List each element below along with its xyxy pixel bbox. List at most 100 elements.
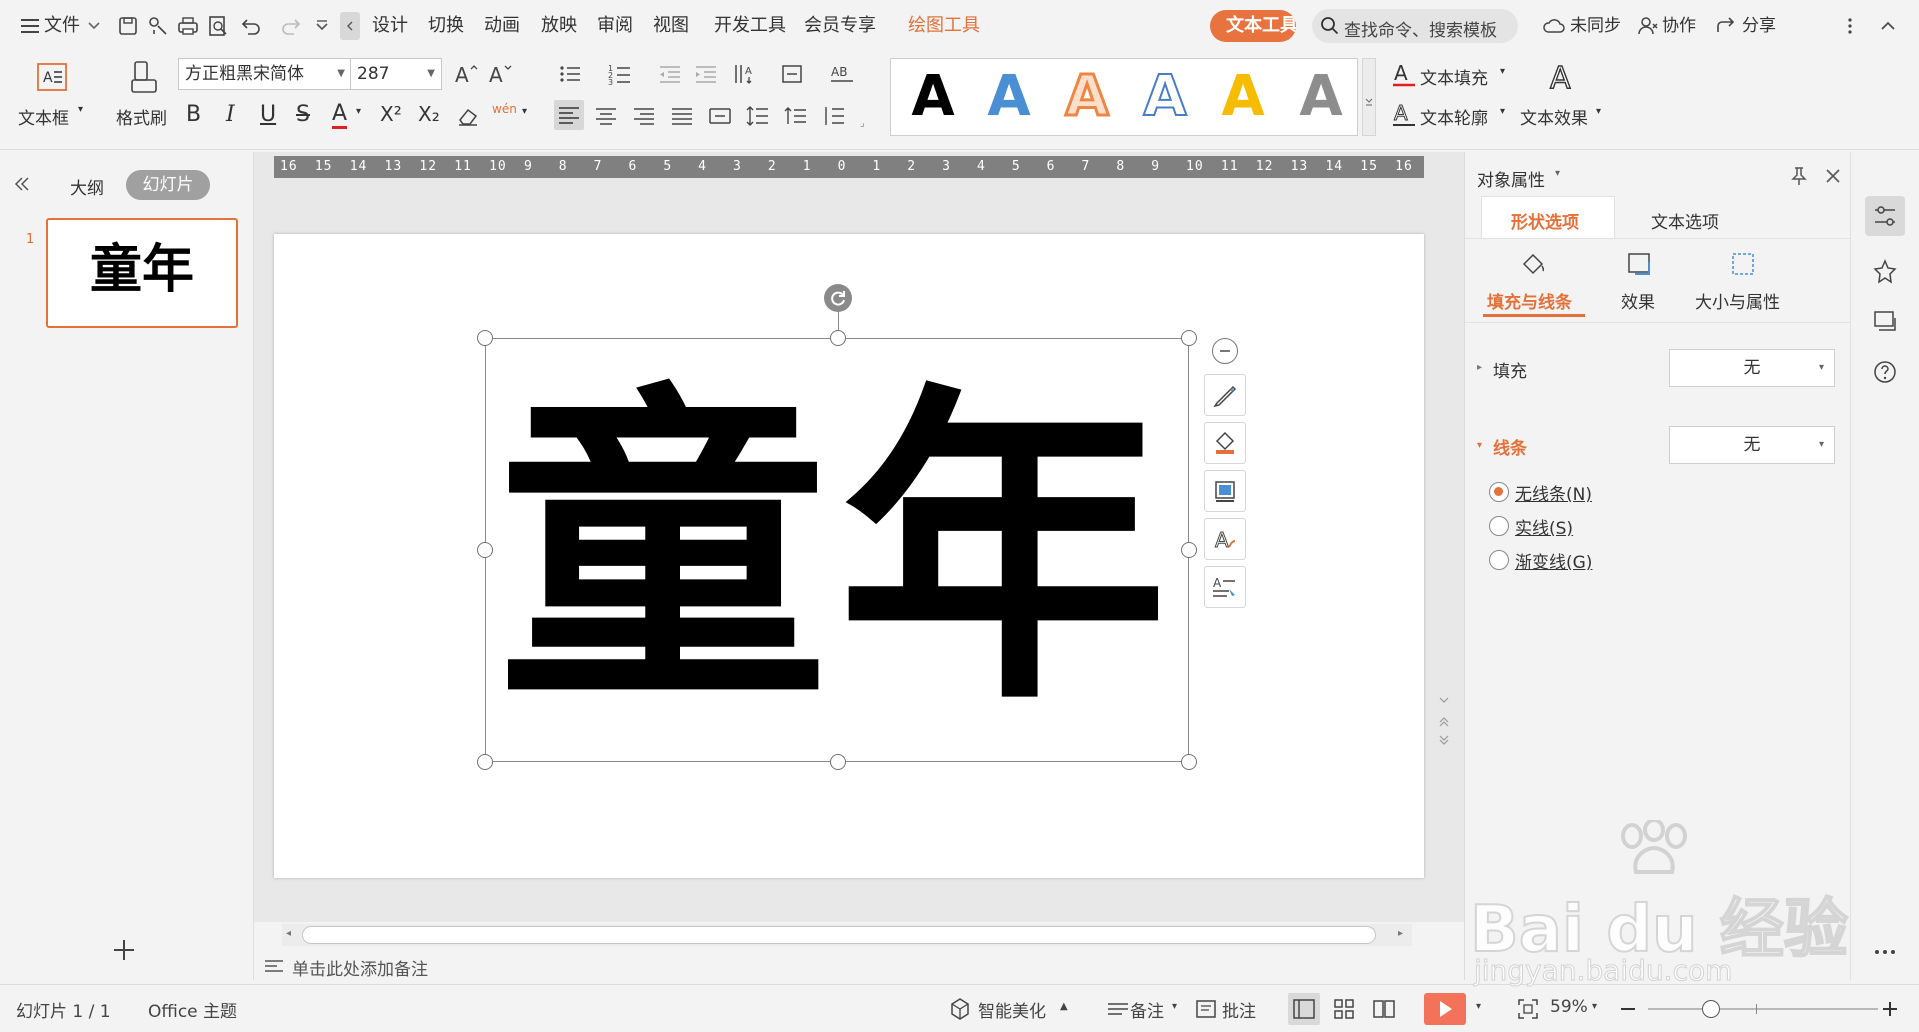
collaborate-icon[interactable] [1634,12,1662,40]
subscript-button[interactable]: X₂ [418,102,440,126]
collapse-icon[interactable]: ▾ [1477,440,1482,451]
fill-dropdown[interactable]: 无 ▾ [1669,349,1835,387]
tab-text-tools[interactable]: 文本工具 [1210,10,1296,42]
tab-view[interactable]: 视图 [653,12,689,40]
panel-title[interactable]: 对象属性 [1477,166,1545,191]
textbox-icon[interactable]: A [34,60,70,96]
text-format-tool[interactable]: A [1204,566,1246,608]
tab-slideshow[interactable]: 放映 [541,12,577,40]
text-style-blue[interactable]: A [977,65,1041,129]
italic-button[interactable]: I [226,102,235,127]
slide-title-text[interactable]: 童年 [486,339,1190,763]
increase-indent-icon[interactable] [692,60,720,88]
align-right-icon[interactable] [630,102,658,130]
slide-layout-icon[interactable] [1865,302,1905,342]
chevron-down-icon[interactable]: ▼ [337,59,345,89]
scrollbar-thumb[interactable] [302,926,1376,944]
gallery-scroll[interactable] [1362,58,1376,136]
font-name-combo[interactable]: 方正粗黑宋简体 ▼ [178,58,352,90]
resize-handle-ne[interactable] [1181,330,1197,346]
collapse-tools-icon[interactable] [1212,338,1238,364]
comments-icon[interactable] [1192,995,1220,1023]
chevron-down-icon[interactable]: ▼ [427,59,435,89]
numbered-list-icon[interactable]: 123 [606,60,634,88]
print-preview-icon[interactable] [204,12,232,40]
chevron-down-icon[interactable]: ▾ [522,106,527,117]
justify-icon[interactable] [668,102,696,130]
tab-review[interactable]: 审阅 [597,12,633,40]
horizontal-ruler[interactable]: 16 15 14 13 12 11 10 9 8 7 6 5 4 3 2 1 0 1 2 3 4 5 6 7 8 9 10 11 12 1… [274,156,1424,178]
collapse-left-icon[interactable] [340,12,360,40]
add-slide-icon[interactable] [110,936,138,964]
smart-beautify-icon[interactable] [946,995,974,1023]
zoom-out-icon[interactable] [1616,997,1640,1021]
hamburger-menu-icon[interactable] [16,12,44,40]
chevron-down-icon[interactable]: ▾ [1596,106,1601,117]
play-slideshow-button[interactable] [1424,993,1466,1025]
smart-beautify-button[interactable]: 智能美化 [978,997,1046,1022]
sorter-view-icon[interactable] [1328,993,1360,1025]
text-outline-icon[interactable]: A [1390,100,1418,128]
scroll-up-icon[interactable] [1436,692,1452,708]
tab-animation[interactable]: 动画 [484,12,520,40]
next-slide-icon[interactable] [1436,734,1452,750]
chevron-down-icon[interactable] [80,12,108,40]
paragraph-launcher-icon[interactable]: ⌟ [860,118,865,129]
more-options-icon[interactable] [1836,12,1864,40]
zoom-in-icon[interactable] [1878,997,1902,1021]
font-size-combo[interactable]: 287 ▼ [350,58,442,90]
text-style-gray[interactable]: A [1289,65,1353,129]
tab-text-options[interactable]: 文本选项 [1651,208,1719,233]
fill-line-icon[interactable] [1517,248,1549,280]
scroll-left-icon[interactable]: ◂ [286,928,291,939]
notes-toggle-button[interactable]: 备注 [1130,997,1164,1022]
shape-fill-tool[interactable] [1204,422,1246,464]
textbox-button[interactable]: 文本框 [18,104,69,129]
reading-view-icon[interactable] [1368,993,1400,1025]
properties-settings-icon[interactable] [1865,196,1905,236]
decrease-font-size-icon[interactable]: A [486,60,514,88]
text-fill-icon[interactable]: A [1390,60,1418,88]
sync-status[interactable]: 未同步 [1570,12,1621,40]
file-menu[interactable]: 文件 [44,12,80,40]
tab-developer[interactable]: 开发工具 [714,12,786,40]
subtab-effect[interactable]: 效果 [1621,288,1655,313]
shape-outline-tool[interactable] [1204,470,1246,512]
chevron-down-icon[interactable]: ▾ [1500,106,1505,117]
pinyin-guide-button[interactable]: wén [492,102,517,116]
tab-transition[interactable]: 切换 [428,12,464,40]
size-properties-icon[interactable] [1727,248,1759,280]
theme-name[interactable]: Office 主题 [148,997,237,1022]
resize-handle-s[interactable] [830,754,846,770]
strikethrough-button[interactable]: S [296,102,310,127]
radio-gradient-line[interactable] [1489,550,1509,570]
chevron-down-icon[interactable]: ▾ [1592,1001,1597,1012]
resize-handle-e[interactable] [1181,542,1197,558]
spacing-options-icon[interactable] [820,102,848,130]
chevron-down-icon[interactable]: ▾ [356,106,361,117]
export-icon[interactable] [144,12,172,40]
bullet-list-icon[interactable] [556,60,584,88]
radio-no-line-label[interactable]: 无线条(N) [1515,480,1592,505]
font-color-button[interactable]: A [332,102,348,129]
effect-icon[interactable] [1623,248,1655,280]
save-icon[interactable] [114,12,142,40]
zoom-slider-thumb[interactable] [1701,1000,1720,1018]
share-icon[interactable] [1712,12,1740,40]
subtab-fill-line[interactable]: 填充与线条 [1487,288,1572,313]
resize-handle-n[interactable] [830,330,846,346]
text-effect-icon[interactable]: A [1544,58,1580,94]
text-style-blue-outline[interactable]: A [1133,64,1197,130]
help-icon[interactable] [1865,352,1905,392]
decrease-indent-icon[interactable] [656,60,684,88]
customize-toolbar-icon[interactable] [308,12,336,40]
tab-membership[interactable]: 会员专享 [804,12,876,40]
bold-button[interactable]: B [186,102,201,127]
text-effect-button[interactable]: 文本效果 [1520,104,1588,129]
prev-slide-icon[interactable] [1436,712,1452,728]
text-style-tool[interactable]: A [1204,518,1246,560]
zoom-slider-track[interactable] [1648,1008,1878,1010]
resize-handle-nw[interactable] [477,330,493,346]
normal-view-icon[interactable] [1288,993,1320,1025]
share-button[interactable]: 分享 [1742,12,1776,40]
